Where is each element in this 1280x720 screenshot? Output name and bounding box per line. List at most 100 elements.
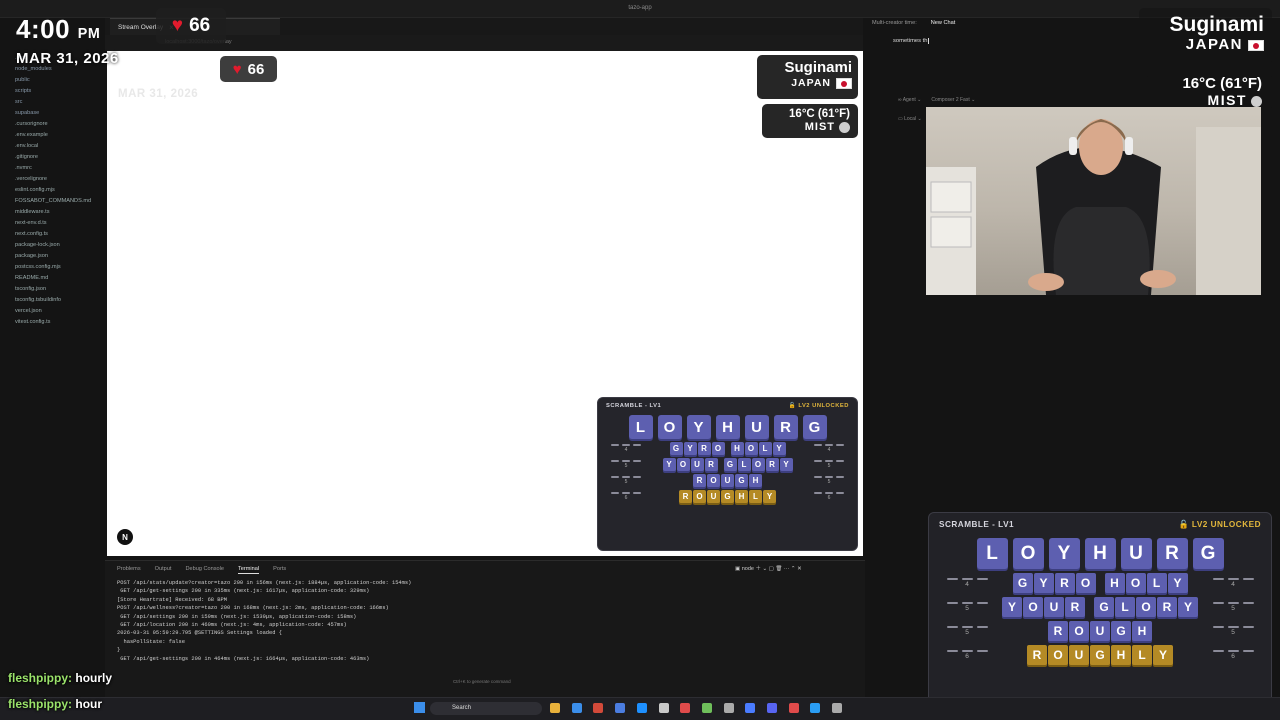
taskbar-app-icon[interactable] <box>658 703 669 713</box>
word-letter: H <box>730 442 744 455</box>
panel-tab[interactable]: Problems <box>117 566 141 574</box>
word-row: 4GYROHOLY4 <box>939 573 1261 593</box>
panel-tab[interactable]: Terminal <box>238 566 260 574</box>
word-letter: Y <box>662 458 676 471</box>
empty-slot <box>825 492 833 494</box>
taskbar-app-icon[interactable] <box>701 703 712 713</box>
letter-tile[interactable]: G <box>1192 538 1224 569</box>
taskbar-app-icon[interactable] <box>615 703 626 713</box>
local-select[interactable]: ▭ Local ⌄ <box>898 116 922 122</box>
slot-count: 4 <box>827 447 831 453</box>
explorer-item[interactable]: eslint.config.mjs <box>0 187 105 198</box>
letter-tile[interactable]: U <box>1120 538 1152 569</box>
letter-tile[interactable]: Y <box>1048 538 1080 569</box>
location-country: JAPAN <box>1139 36 1264 54</box>
taskbar-app-icon[interactable] <box>593 703 604 713</box>
tab-multi-creator[interactable]: Multi-creator time: <box>872 20 917 34</box>
letter-tile[interactable]: H <box>1084 538 1116 569</box>
taskbar-app-icon[interactable] <box>745 703 756 713</box>
preview-clock: 4:00 PM MAR 31, 2026 <box>118 61 198 100</box>
explorer-item[interactable]: package.json <box>0 253 105 264</box>
clock-date: MAR 31, 2026 <box>118 88 199 100</box>
word-letter: U <box>690 458 704 471</box>
panel-tab[interactable]: Ports <box>273 566 286 574</box>
found-word: ROUGH <box>693 474 762 487</box>
found-word: HOLY <box>1104 573 1188 593</box>
explorer-item[interactable]: vitest.config.ts <box>0 319 105 330</box>
explorer-item[interactable]: src <box>0 99 105 110</box>
taskbar-app-icon[interactable] <box>571 703 582 713</box>
taskbar-app-icon[interactable] <box>550 703 560 713</box>
letter-tile[interactable]: L <box>976 538 1008 569</box>
chat-input[interactable]: sometimes th <box>893 38 1143 98</box>
word-letter: U <box>1069 645 1089 665</box>
empty-slot <box>633 460 641 462</box>
empty-slot <box>1227 578 1239 580</box>
unlock-badge: 🔓 LV2 UNLOCKED <box>788 403 849 409</box>
explorer-item[interactable]: .env.local <box>0 143 105 154</box>
explorer-item[interactable]: postcss.config.mjs <box>0 264 105 275</box>
panel-tab[interactable]: Debug Console <box>185 566 224 574</box>
scramble-title: SCRAMBLE - LV1 <box>606 403 662 409</box>
slot-count: 5 <box>827 463 831 469</box>
taskbar-app-icon[interactable] <box>810 703 821 713</box>
word-letter: Y <box>772 442 786 455</box>
explorer-item[interactable]: .env.example <box>0 132 105 143</box>
word-letter: O <box>711 442 725 455</box>
explorer-item[interactable]: package-lock.json <box>0 242 105 253</box>
word-letter: Y <box>1178 597 1198 617</box>
explorer-item[interactable]: supabase <box>0 110 105 121</box>
empty-slot <box>836 460 844 462</box>
weather-condition: MIST <box>762 121 850 134</box>
panel-tab[interactable]: Output <box>155 566 172 574</box>
explorer-item[interactable]: tsconfig.tsbuildinfo <box>0 297 105 308</box>
letter-tile[interactable]: H <box>715 415 740 439</box>
taskbar-app-icon[interactable] <box>788 703 799 713</box>
model-select[interactable]: Composer 2 Fast ⌄ <box>931 97 975 103</box>
taskbar-app-icon[interactable] <box>723 703 734 713</box>
windows-start-icon[interactable] <box>414 702 425 713</box>
letter-tile[interactable]: U <box>744 415 769 439</box>
letter-tile[interactable]: L <box>628 415 653 439</box>
taskbar-app-icon[interactable] <box>680 703 691 713</box>
taskbar-app-icon[interactable] <box>832 703 843 713</box>
explorer-item[interactable]: tsconfig.json <box>0 286 105 297</box>
taskbar-app-icon[interactable] <box>767 703 777 713</box>
explorer-item[interactable]: .vercelignore <box>0 176 105 187</box>
explorer-item[interactable]: next.config.ts <box>0 231 105 242</box>
letter-tile[interactable]: G <box>802 415 827 439</box>
slot-count: 6 <box>965 653 969 660</box>
explorer-item[interactable]: public <box>0 77 105 88</box>
slot-count: 5 <box>1231 605 1235 612</box>
empty-slot <box>633 476 641 478</box>
terminal-shell-label[interactable]: ▣ node ＋ ⌄ ▢ 🗑 ··· ⌃ ✕ <box>735 564 802 572</box>
taskbar-search[interactable]: Search <box>430 702 542 715</box>
word-letter: L <box>749 490 762 503</box>
explorer-item[interactable]: README.md <box>0 275 105 286</box>
taskbar-app-icon[interactable] <box>636 703 647 713</box>
explorer-item[interactable]: .gitignore <box>0 154 105 165</box>
explorer-item[interactable]: FOSSABOT_COMMANDS.md <box>0 198 105 209</box>
explorer-item[interactable]: .nvmrc <box>0 165 105 176</box>
letter-tile[interactable]: O <box>1012 538 1044 569</box>
location-card: Suginami JAPAN <box>757 55 858 99</box>
letter-tile[interactable]: O <box>657 415 682 439</box>
chat-message: fleshpippy: hour <box>8 697 103 711</box>
empty-slot <box>836 476 844 478</box>
word-letter: O <box>1075 573 1096 593</box>
nextjs-badge[interactable]: N <box>117 529 133 545</box>
letter-tile[interactable]: R <box>1156 538 1188 569</box>
word-letter: L <box>1146 573 1167 593</box>
tab-new-chat[interactable]: New Chat <box>931 20 956 34</box>
explorer-item[interactable]: next-env.d.ts <box>0 220 105 231</box>
explorer-item[interactable]: node_modules <box>0 66 105 77</box>
explorer-item[interactable]: scripts <box>0 88 105 99</box>
explorer-item[interactable]: .cursorignore <box>0 121 105 132</box>
letter-tile[interactable]: R <box>773 415 798 439</box>
letter-tile[interactable]: Y <box>686 415 711 439</box>
empty-slot <box>622 492 630 494</box>
explorer-item[interactable]: vercel.json <box>0 308 105 319</box>
explorer-item[interactable]: middleware.ts <box>0 209 105 220</box>
word-letter: O <box>751 458 765 471</box>
agent-mode-select[interactable]: ∞ Agent ⌄ <box>898 97 921 103</box>
